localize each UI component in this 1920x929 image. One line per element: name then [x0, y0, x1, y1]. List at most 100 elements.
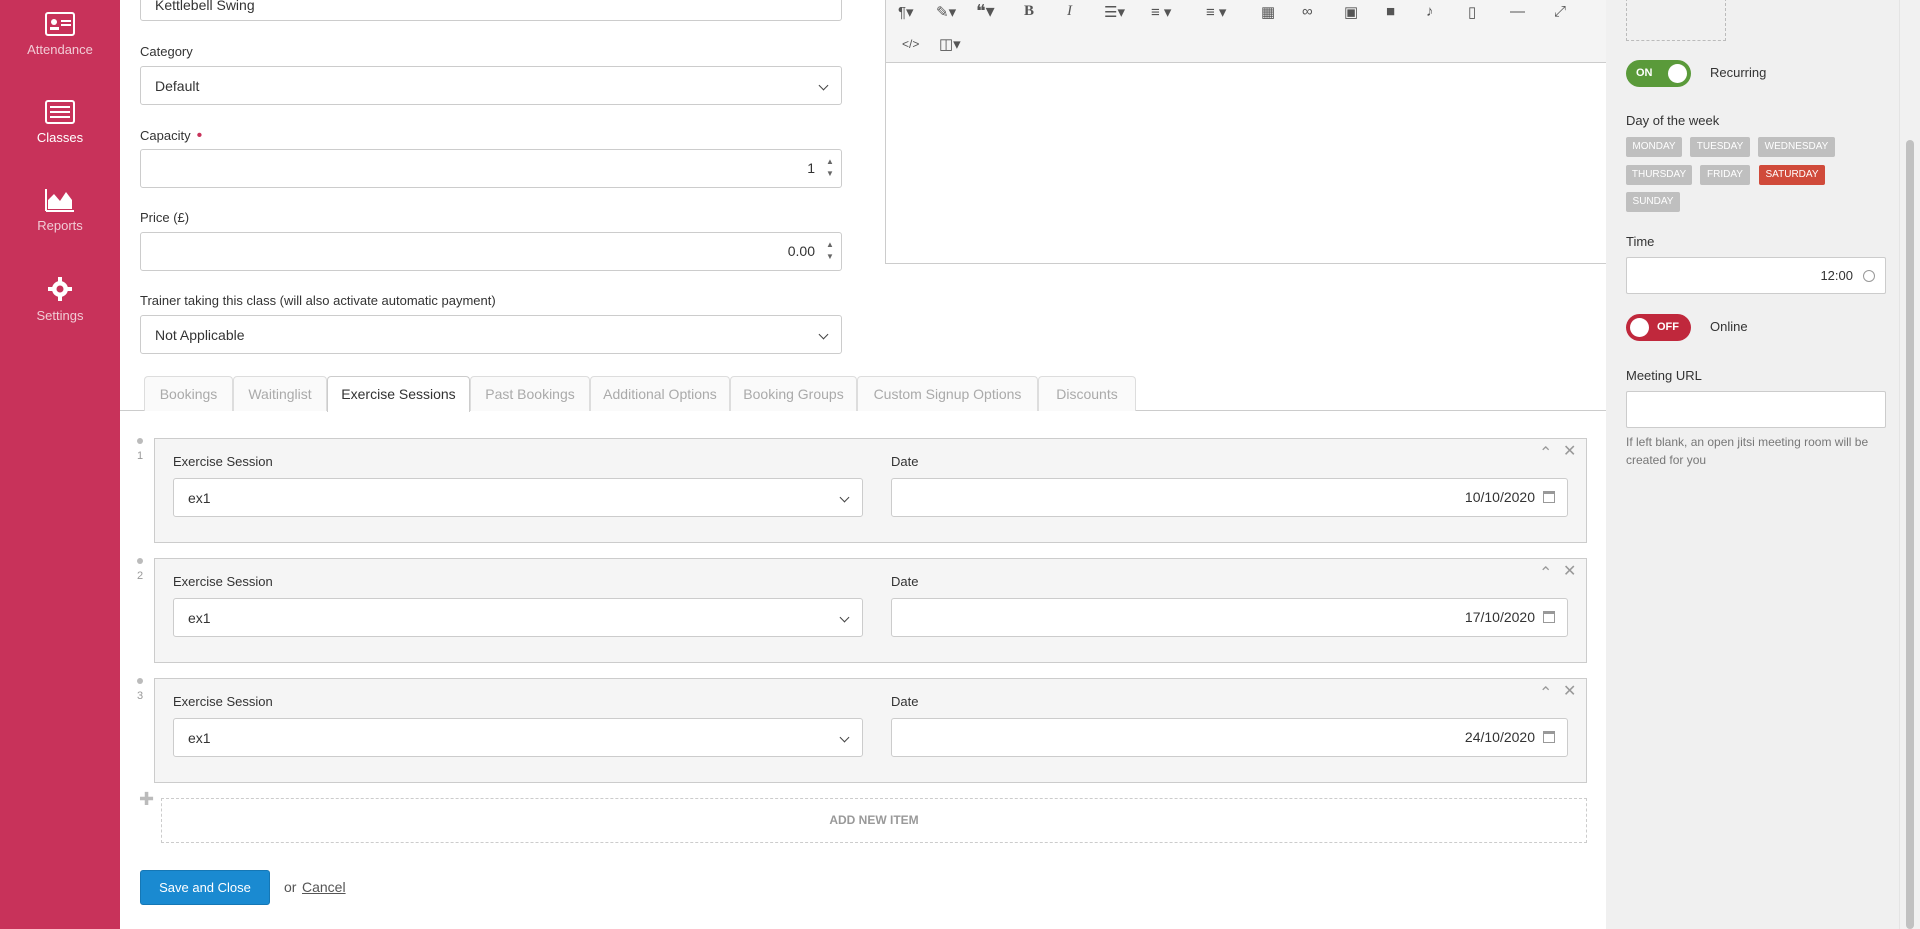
- horizontal-rule-icon[interactable]: —: [1510, 3, 1525, 20]
- tab-past-bookings[interactable]: Past Bookings: [470, 376, 590, 411]
- sidebar-item-attendance[interactable]: Attendance: [0, 12, 120, 57]
- right-panel: ON Recurring Day of the week MONDAY TUES…: [1606, 0, 1899, 929]
- plus-icon[interactable]: ✚: [139, 789, 154, 810]
- recurring-toggle[interactable]: ON: [1626, 60, 1691, 87]
- image-dropzone[interactable]: [1626, 0, 1726, 41]
- sidebar-item-settings[interactable]: Settings: [0, 276, 120, 323]
- date-label: Date: [891, 574, 919, 589]
- meeting-url-input[interactable]: [1626, 391, 1886, 428]
- date-label: Date: [891, 694, 919, 709]
- tab-booking-groups[interactable]: Booking Groups: [730, 376, 857, 411]
- day-sunday[interactable]: SUNDAY: [1626, 192, 1680, 212]
- tab-exercise-sessions[interactable]: Exercise Sessions: [327, 376, 470, 412]
- ordered-list-icon[interactable]: ≡ ▾: [1151, 3, 1171, 21]
- drag-handle[interactable]: 1: [137, 438, 143, 462]
- sidebar-item-label: Classes: [36, 130, 84, 145]
- day-saturday[interactable]: SATURDAY: [1759, 165, 1825, 185]
- day-tuesday[interactable]: TUESDAY: [1690, 137, 1750, 157]
- editor-toolbar: ¶▾ ✎▾ ❝▾ B I ☰▾ ≡ ▾ ≡ ▾ ▦ ∞ ▣ ■ ♪ ▯ — ⤢ …: [886, 0, 1706, 63]
- link-icon[interactable]: ∞: [1302, 3, 1313, 20]
- audio-icon[interactable]: ♪: [1426, 3, 1434, 20]
- date-input[interactable]: 10/10/2020: [891, 478, 1568, 517]
- day-wednesday[interactable]: WEDNESDAY: [1758, 137, 1835, 157]
- day-of-week-label: Day of the week: [1626, 113, 1720, 128]
- tab-bookings[interactable]: Bookings: [144, 376, 233, 411]
- image-icon[interactable]: ▣: [1344, 3, 1358, 21]
- day-thursday[interactable]: THURSDAY: [1626, 165, 1692, 185]
- exercise-session-select[interactable]: ex1: [173, 718, 863, 757]
- sidebar-item-reports[interactable]: Reports: [0, 188, 120, 233]
- code-view-icon[interactable]: </>: [902, 37, 919, 51]
- unordered-list-icon[interactable]: ≡ ▾: [1206, 3, 1226, 21]
- item-index: 1: [137, 450, 144, 462]
- tab-custom-signup-options[interactable]: Custom Signup Options: [857, 376, 1038, 411]
- sidebar: Attendance Classes Reports Settings: [0, 0, 120, 929]
- trainer-value: Not Applicable: [155, 327, 245, 343]
- online-label: Online: [1710, 319, 1748, 334]
- price-label: Price (£): [140, 210, 190, 225]
- italic-icon[interactable]: I: [1067, 3, 1072, 20]
- trainer-select[interactable]: Not Applicable: [140, 315, 842, 354]
- tab-waitinglist[interactable]: Waitinglist: [233, 376, 327, 411]
- price-stepper[interactable]: ▲ ▼: [825, 239, 835, 265]
- exercise-session-select[interactable]: ex1: [173, 598, 863, 637]
- chevron-down-icon: [839, 492, 850, 503]
- date-input[interactable]: 17/10/2020: [891, 598, 1568, 637]
- scrollbar[interactable]: [1899, 0, 1920, 929]
- date-label: Date: [891, 454, 919, 469]
- main-content: Kettlebell Swing Category Default Capaci…: [120, 0, 1707, 929]
- day-monday[interactable]: MONDAY: [1626, 137, 1682, 157]
- exercise-session-value: ex1: [188, 610, 211, 626]
- fullscreen-icon[interactable]: ⤢: [1554, 3, 1566, 20]
- exercise-session-item: Exercise Session ex1 Date 10/10/2020 ⌃ ✕: [154, 438, 1587, 543]
- exercise-session-item: Exercise Session ex1 Date 24/10/2020 ⌃ ✕: [154, 678, 1587, 783]
- time-value: 12:00: [1820, 268, 1853, 283]
- cancel-link[interactable]: Cancel: [302, 879, 346, 895]
- quote-icon[interactable]: ❝▾: [976, 1, 995, 22]
- exercise-session-select[interactable]: ex1: [173, 478, 863, 517]
- tab-additional-options[interactable]: Additional Options: [590, 376, 730, 411]
- price-value: 0.00: [787, 243, 815, 259]
- file-icon[interactable]: ▯: [1468, 3, 1476, 21]
- date-input[interactable]: 24/10/2020: [891, 718, 1568, 757]
- close-icon[interactable]: ✕: [1563, 441, 1576, 461]
- exercise-session-value: ex1: [188, 730, 211, 746]
- close-icon[interactable]: ✕: [1563, 561, 1576, 581]
- columns-icon[interactable]: ◫▾: [939, 35, 961, 53]
- tab-discounts[interactable]: Discounts: [1038, 376, 1136, 411]
- required-indicator: •: [196, 127, 203, 144]
- meeting-url-help: If left blank, an open jitsi meeting roo…: [1626, 435, 1869, 467]
- area-chart-icon: [45, 189, 74, 212]
- drag-handle[interactable]: 2: [137, 558, 143, 582]
- category-select[interactable]: Default: [140, 66, 842, 105]
- description-editor[interactable]: ¶▾ ✎▾ ❝▾ B I ☰▾ ≡ ▾ ≡ ▾ ▦ ∞ ▣ ■ ♪ ▯ — ⤢ …: [885, 0, 1707, 264]
- collapse-icon[interactable]: ⌃: [1539, 443, 1552, 463]
- save-and-close-button[interactable]: Save and Close: [140, 870, 270, 905]
- table-icon[interactable]: ▦: [1261, 3, 1275, 21]
- recurring-label: Recurring: [1710, 65, 1767, 80]
- meeting-url-label: Meeting URL: [1626, 368, 1702, 383]
- time-input[interactable]: 12:00: [1626, 257, 1886, 294]
- align-icon[interactable]: ☰▾: [1104, 3, 1125, 21]
- capacity-stepper[interactable]: ▲ ▼: [825, 156, 835, 182]
- price-input[interactable]: 0.00 ▲ ▼: [140, 232, 842, 271]
- video-icon[interactable]: ■: [1386, 3, 1395, 20]
- calendar-icon[interactable]: [1543, 731, 1555, 743]
- title-input[interactable]: Kettlebell Swing: [140, 0, 842, 21]
- magic-wand-icon[interactable]: ✎▾: [936, 3, 956, 21]
- category-value: Default: [155, 78, 200, 94]
- close-icon[interactable]: ✕: [1563, 681, 1576, 701]
- paragraph-icon[interactable]: ¶▾: [898, 3, 914, 21]
- collapse-icon[interactable]: ⌃: [1539, 563, 1552, 583]
- calendar-icon[interactable]: [1543, 491, 1555, 503]
- bold-icon[interactable]: B: [1024, 3, 1034, 20]
- day-friday[interactable]: FRIDAY: [1700, 165, 1750, 185]
- add-new-item-button[interactable]: ADD NEW ITEM: [161, 798, 1587, 843]
- sidebar-item-classes[interactable]: Classes: [0, 100, 120, 145]
- collapse-icon[interactable]: ⌃: [1539, 683, 1552, 703]
- scrollbar-thumb[interactable]: [1906, 140, 1914, 929]
- online-toggle[interactable]: OFF: [1626, 314, 1691, 341]
- capacity-input[interactable]: 1 ▲ ▼: [140, 149, 842, 188]
- calendar-icon[interactable]: [1543, 611, 1555, 623]
- drag-handle[interactable]: 3: [137, 678, 143, 702]
